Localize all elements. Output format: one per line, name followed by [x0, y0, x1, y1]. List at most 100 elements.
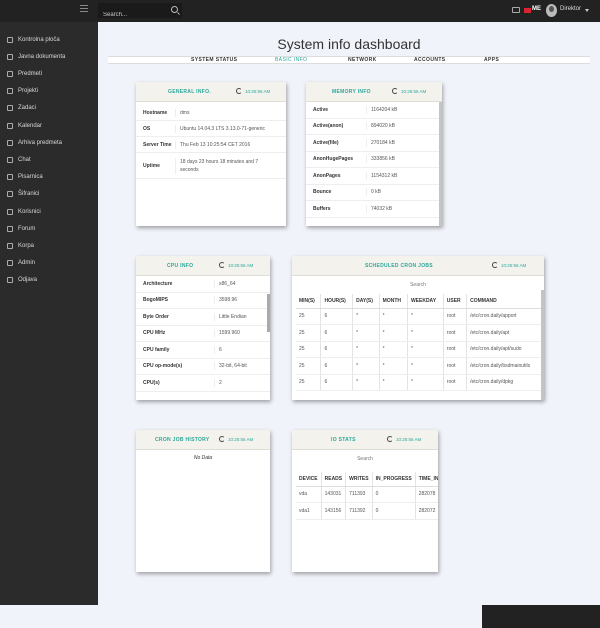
refresh-icon[interactable]: [492, 262, 498, 268]
table-row: 25 6 * * * root/etc/cron.daily/apt: [296, 324, 542, 342]
sidebar-item[interactable]: Korisnici: [0, 203, 98, 220]
sidebar-item[interactable]: Javna dokumenta: [0, 48, 98, 65]
kv-value: 1599.960: [214, 329, 264, 338]
kv-row: CPU family 6: [136, 342, 270, 359]
kv-row: Buffers 74032 kB: [306, 201, 442, 218]
column-header[interactable]: DAY(S): [352, 294, 380, 309]
tab-network[interactable]: NETWORK: [348, 57, 377, 64]
refresh-icon[interactable]: [387, 436, 393, 442]
kv-key: Buffers: [313, 205, 331, 212]
kv-value: 74032 kB: [366, 204, 436, 213]
sidebar-item[interactable]: Predmeti: [0, 65, 98, 82]
column-header[interactable]: MIN(S): [296, 294, 322, 309]
column-header[interactable]: USER: [443, 294, 468, 309]
table-header-row: MIN(S) HOUR(S) DAY(S) MONTH WEEKDAY USER…: [296, 294, 542, 309]
sidebar-item-label: Zadaci: [18, 105, 37, 112]
table-cell: 6: [320, 357, 354, 375]
sidebar-item[interactable]: Zadaci: [0, 100, 98, 117]
table-search[interactable]: Search: [292, 450, 438, 472]
table-search[interactable]: Search: [292, 276, 544, 294]
column-header[interactable]: DEVICE: [296, 472, 322, 487]
sidebar-item[interactable]: Šifranici: [0, 186, 98, 203]
kv-row: CPU MHz 1599.960: [136, 326, 270, 342]
column-header[interactable]: READS: [321, 472, 347, 487]
column-header[interactable]: TIME_IN_IO: [415, 472, 438, 487]
panel-time: 10:25:56 AM: [245, 89, 271, 94]
table-cell: 0: [372, 486, 416, 503]
table-cell: 143031: [321, 486, 347, 503]
sidebar-item[interactable]: Forum: [0, 220, 98, 237]
table-cell: 6: [320, 308, 354, 325]
column-header[interactable]: WRITES: [345, 472, 373, 487]
panel-title: CRON JOB HISTORY: [155, 437, 210, 443]
sidebar-item[interactable]: Kontrolna ploča: [0, 31, 98, 48]
table-cell: 6: [320, 341, 354, 358]
scrollbar[interactable]: [541, 290, 544, 400]
kv-key: Hostname: [143, 109, 168, 116]
kv-value: Ubuntu 14.04.3 LTS 3.13.0-71-generic: [175, 124, 281, 133]
user-name[interactable]: Direktor: [560, 6, 581, 12]
language-label[interactable]: ME: [532, 6, 541, 12]
table-cell: /etc/cron.daily/bsdmainutils: [466, 357, 542, 375]
sidebar-item[interactable]: Korpa: [0, 237, 98, 254]
hamburger-menu-icon[interactable]: [80, 5, 88, 15]
column-header[interactable]: IN_PROGRESS: [372, 472, 416, 487]
search-icon[interactable]: [171, 6, 178, 13]
footer-strip: [482, 605, 600, 628]
page-title: System info dashboard: [277, 36, 421, 52]
scrollbar[interactable]: [439, 102, 442, 226]
tab-accounts[interactable]: ACCOUNTS: [414, 57, 446, 64]
column-header[interactable]: COMMAND: [466, 294, 542, 309]
kv-key: CPU op-mode(s): [143, 363, 183, 370]
column-header[interactable]: HOUR(S): [320, 294, 354, 309]
table-row: vda 143031 711393 0 282078: [296, 486, 438, 503]
sidebar-item-label: Javna dokumenta: [18, 53, 66, 60]
dashboard-icon: [7, 36, 13, 43]
panel-title: CPU INFO: [167, 263, 194, 269]
tab-system-status[interactable]: SYSTEM STATUS: [191, 57, 237, 64]
refresh-icon[interactable]: [219, 436, 225, 442]
refresh-icon[interactable]: [392, 88, 398, 94]
sidebar-item[interactable]: Kalendar: [0, 117, 98, 134]
sidebar-item[interactable]: Odjava: [0, 272, 98, 289]
table-row: 25 6 * * * root/etc/cron.daily/apt/sudo: [296, 341, 542, 358]
kv-value: 1164204 kB: [366, 105, 436, 114]
chevron-down-icon[interactable]: [585, 9, 589, 12]
sidebar-item[interactable]: Pisarnica: [0, 169, 98, 186]
avatar[interactable]: [546, 4, 557, 17]
panel-title: GENERAL INFO.: [168, 89, 211, 95]
folder-icon[interactable]: [512, 7, 520, 13]
scrollbar[interactable]: [267, 294, 270, 332]
panel-title: SCHEDULED CRON JOBS: [365, 263, 433, 269]
memory-info-panel: MEMORY INFO 10:25:56 AM Active 1164204 kB…: [306, 82, 442, 226]
sidebar-item[interactable]: Chat: [0, 151, 98, 168]
refresh-icon[interactable]: [219, 262, 225, 268]
table-cell: 25: [296, 341, 322, 358]
tab-apps[interactable]: APPS: [484, 57, 499, 64]
kv-row: CPU op-mode(s) 32-bit, 64-bit: [136, 359, 270, 375]
panel-time: 10:25:56 AM: [501, 263, 527, 268]
cpu-info-body: Architecture x86_64 BogoMIPS 3598.96 Byte …: [136, 276, 270, 400]
table-cell: 143156: [321, 502, 347, 520]
search-box: [98, 3, 182, 23]
tab-basic-info[interactable]: BASIC INFO: [275, 57, 307, 64]
kv-row: Architecture x86_64: [136, 276, 270, 293]
table-cell: 711392: [345, 502, 373, 520]
sidebar-item-label: Kalendar: [18, 122, 43, 129]
users-icon: [7, 208, 13, 215]
column-header[interactable]: MONTH: [379, 294, 408, 309]
sidebar-item[interactable]: Projekti: [0, 83, 98, 100]
sidebar-item[interactable]: Admin: [0, 255, 98, 272]
search-input[interactable]: [98, 7, 164, 23]
table-cell: /etc/cron.daily/apt/sudo: [466, 341, 542, 358]
kv-row: Server Time Thu Feb 13 10:25:54 CET 2016: [136, 137, 286, 153]
sidebar-item[interactable]: Arhiva predmeta: [0, 134, 98, 151]
table-cell: root: [443, 341, 468, 358]
flag-icon[interactable]: [524, 8, 531, 13]
kv-key: CPU family: [143, 346, 170, 353]
kv-row: Hostname dms: [136, 105, 286, 121]
refresh-icon[interactable]: [236, 88, 242, 94]
table-cell: *: [352, 357, 380, 375]
column-header[interactable]: WEEKDAY: [407, 294, 444, 309]
table-cell: *: [352, 374, 380, 391]
